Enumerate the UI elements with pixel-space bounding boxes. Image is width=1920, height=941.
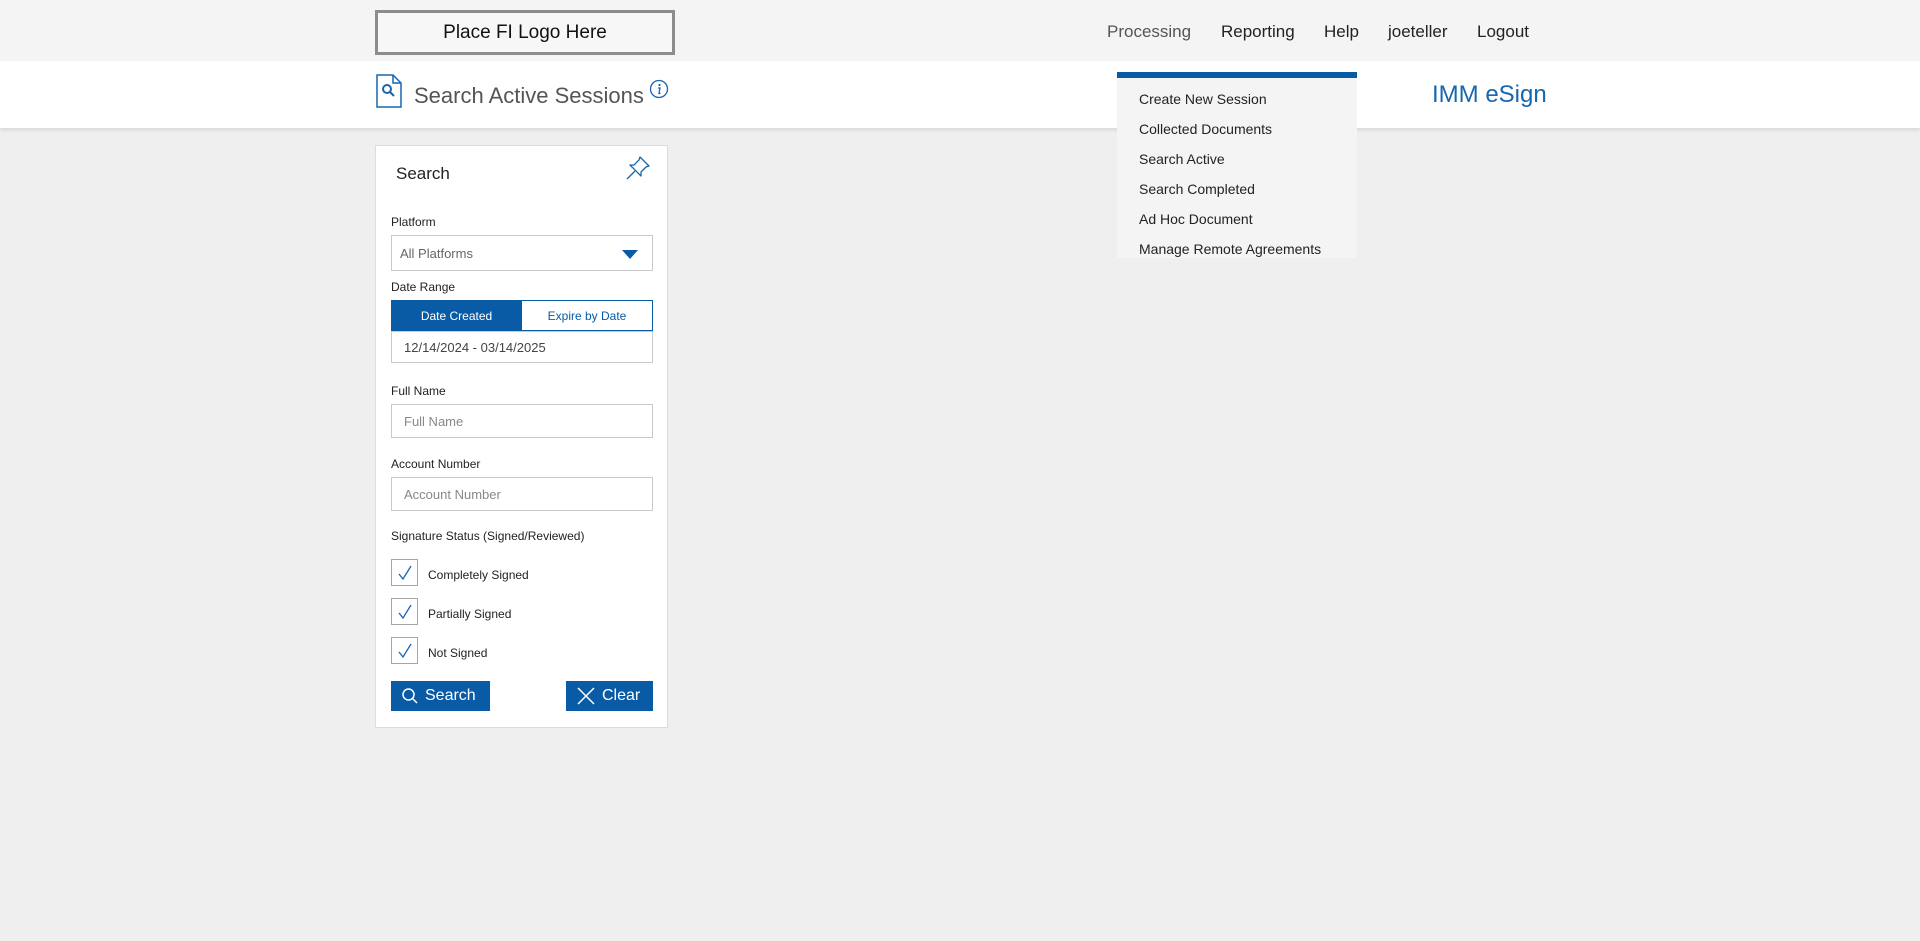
date-range-field[interactable]: 12/14/2024 - 03/14/2025 [391,331,653,363]
completely-signed-label[interactable]: Completely Signed [428,568,529,582]
checkmark-icon [398,604,412,620]
close-icon [577,687,595,705]
nav-reporting[interactable]: Reporting [1221,22,1295,42]
full-name-label: Full Name [391,384,446,398]
not-signed-label[interactable]: Not Signed [428,646,487,660]
menu-item-manage-remote-agreements[interactable]: Manage Remote Agreements [1139,241,1321,257]
page-header: Search Active Sessions IMM eSign [0,61,1920,128]
search-icon [402,688,418,704]
search-button[interactable]: Search [391,681,490,711]
full-name-input[interactable] [391,404,653,438]
date-created-toggle[interactable]: Date Created [391,300,522,331]
clear-button[interactable]: Clear [566,681,653,711]
info-icon[interactable] [649,79,669,104]
search-panel: Search Platform All Platforms Date Range… [375,145,668,728]
top-navigation-bar: Place FI Logo Here Processing Reporting … [0,0,1920,61]
document-search-icon [376,74,402,113]
platform-select[interactable]: All Platforms [391,235,653,271]
platform-select-value: All Platforms [400,246,473,261]
logo-placeholder: Place FI Logo Here [375,10,675,55]
menu-item-search-active[interactable]: Search Active [1139,151,1225,167]
page-title: Search Active Sessions [414,83,644,108]
nav-user-menu[interactable]: joeteller [1388,22,1448,42]
nav-logout[interactable]: Logout [1477,22,1529,42]
not-signed-checkbox[interactable] [391,637,418,664]
app-name: IMM eSign [1432,81,1547,108]
partially-signed-label[interactable]: Partially Signed [428,607,511,621]
nav-help[interactable]: Help [1324,22,1359,42]
checkmark-icon [398,565,412,581]
menu-item-collected-documents[interactable]: Collected Documents [1139,121,1272,137]
signature-status-label: Signature Status (Signed/Reviewed) [391,529,585,543]
account-number-input[interactable] [391,477,653,511]
completely-signed-checkbox[interactable] [391,559,418,586]
date-range-value: 12/14/2024 - 03/14/2025 [404,340,546,355]
processing-dropdown-menu: Create New Session Collected Documents S… [1117,72,1357,258]
platform-label: Platform [391,215,436,229]
pin-icon[interactable] [625,155,651,186]
menu-item-ad-hoc-document[interactable]: Ad Hoc Document [1139,211,1253,227]
search-panel-title: Search [396,164,450,183]
partially-signed-checkbox[interactable] [391,598,418,625]
expire-by-date-toggle[interactable]: Expire by Date [521,300,653,331]
menu-item-search-completed[interactable]: Search Completed [1139,181,1255,197]
chevron-down-icon [622,250,638,259]
search-button-label: Search [425,687,476,704]
date-range-label: Date Range [391,280,456,294]
account-number-label: Account Number [391,457,481,471]
nav-processing[interactable]: Processing [1107,22,1191,42]
checkmark-icon [398,643,412,659]
menu-item-create-new-session[interactable]: Create New Session [1139,91,1267,107]
clear-button-label: Clear [602,687,641,704]
